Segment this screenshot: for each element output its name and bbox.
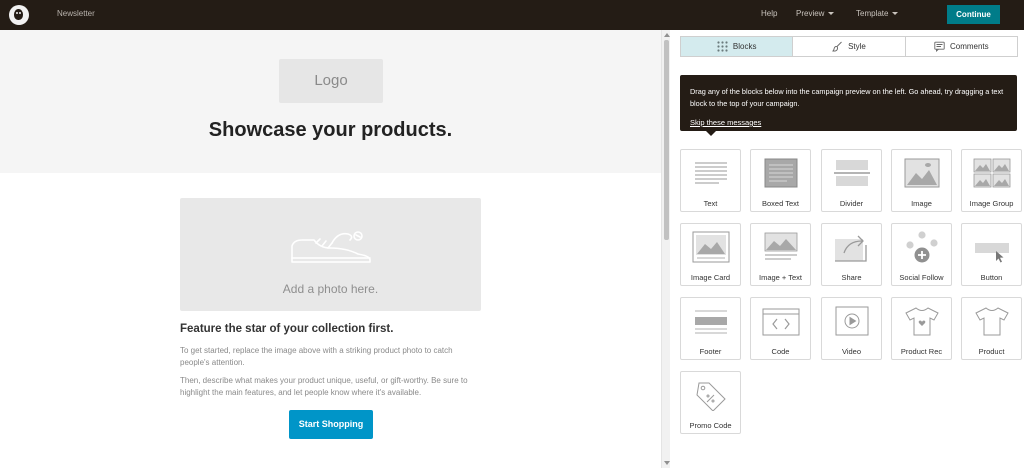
- continue-button[interactable]: Continue: [947, 5, 1000, 24]
- chevron-down-icon: [828, 12, 835, 16]
- preview-scrollbar[interactable]: [661, 30, 670, 468]
- body-paragraph-1[interactable]: To get started, replace the image above …: [180, 345, 480, 369]
- block-product-rec[interactable]: Product Rec: [891, 297, 952, 360]
- image-card-block-icon: [692, 231, 730, 263]
- body-paragraph-2[interactable]: Then, describe what makes your product u…: [180, 375, 480, 399]
- block-label: Video: [841, 347, 862, 356]
- block-social-follow[interactable]: Social Follow: [891, 223, 952, 286]
- template-menu[interactable]: Template: [856, 9, 899, 18]
- block-label: Text: [703, 199, 718, 208]
- block-divider[interactable]: Divider: [821, 149, 882, 212]
- block-label: Social Follow: [899, 273, 944, 282]
- mailchimp-logo-icon[interactable]: [9, 5, 29, 25]
- divider-block-icon: [834, 160, 870, 186]
- block-label: Divider: [839, 199, 864, 208]
- block-boxed-text[interactable]: Boxed Text: [750, 149, 811, 212]
- video-block-icon: [835, 306, 869, 336]
- tab-style[interactable]: Style: [793, 37, 906, 56]
- tab-blocks[interactable]: Blocks: [681, 37, 794, 56]
- onboarding-tooltip: Drag any of the blocks below into the ca…: [680, 75, 1017, 136]
- blocks-panel: Blocks Style Comments Drag any of the bl…: [670, 30, 1024, 468]
- block-label: Promo Code: [689, 421, 732, 430]
- block-footer[interactable]: Footer: [680, 297, 741, 360]
- help-link[interactable]: Help: [761, 9, 777, 18]
- block-button[interactable]: Button: [961, 223, 1022, 286]
- block-product[interactable]: Product: [961, 297, 1022, 360]
- header-section[interactable]: Logo Showcase your products.: [0, 30, 661, 173]
- paintbrush-icon: [832, 41, 842, 52]
- feature-title[interactable]: Feature the star of your collection firs…: [180, 323, 393, 335]
- block-label: Code: [771, 347, 790, 356]
- tab-style-label: Style: [848, 42, 866, 51]
- tab-comments[interactable]: Comments: [906, 37, 1017, 56]
- block-label: Image Group: [969, 199, 1014, 208]
- shoe-icon: [291, 231, 371, 263]
- top-bar: Newsletter Help Preview Template Continu…: [0, 0, 1024, 30]
- button-block-icon: [975, 243, 1009, 263]
- text-block-icon: [695, 162, 727, 184]
- code-block-icon: [762, 308, 800, 336]
- block-share[interactable]: Share: [821, 223, 882, 286]
- grid-icon: [717, 41, 728, 52]
- product-block-icon: [975, 307, 1009, 336]
- boxed-text-block-icon: [764, 158, 798, 188]
- campaign-title: Newsletter: [57, 9, 95, 18]
- social-follow-block-icon: [906, 231, 938, 263]
- block-label: Button: [980, 273, 1003, 282]
- tab-comments-label: Comments: [949, 42, 989, 51]
- block-image[interactable]: Image: [891, 149, 952, 212]
- block-label: Product: [978, 347, 1005, 356]
- photo-placeholder[interactable]: Add a photo here.: [180, 198, 481, 311]
- share-block-icon: [835, 235, 867, 262]
- image-text-block-icon: [764, 232, 798, 260]
- block-image-group[interactable]: Image Group: [961, 149, 1022, 212]
- block-image-card[interactable]: Image Card: [680, 223, 741, 286]
- product-rec-block-icon: [905, 307, 939, 336]
- block-code[interactable]: Code: [750, 297, 811, 360]
- block-video[interactable]: Video: [821, 297, 882, 360]
- block-label: Image + Text: [758, 273, 802, 282]
- skip-messages-link[interactable]: Skip these messages: [690, 118, 761, 127]
- block-image-text[interactable]: Image + Text: [750, 223, 811, 286]
- preview-menu[interactable]: Preview: [796, 9, 835, 18]
- panel-tabs: Blocks Style Comments: [680, 36, 1018, 57]
- photo-caption: Add a photo here.: [282, 282, 379, 296]
- promo-code-block-icon: [696, 382, 726, 411]
- block-label: Image: [911, 199, 932, 208]
- image-block-icon: [904, 158, 940, 188]
- tooltip-text: Drag any of the blocks below into the ca…: [690, 87, 1004, 108]
- page-headline[interactable]: Showcase your products.: [0, 119, 661, 142]
- block-label: Boxed Text: [762, 199, 799, 208]
- comment-icon: [934, 41, 945, 52]
- footer-block-icon: [695, 310, 727, 334]
- logo-placeholder[interactable]: Logo: [279, 59, 383, 103]
- start-shopping-button[interactable]: Start Shopping: [289, 410, 373, 439]
- block-promo-code[interactable]: Promo Code: [680, 371, 741, 434]
- scroll-thumb[interactable]: [664, 40, 669, 240]
- block-label: Product Rec: [900, 347, 943, 356]
- block-text[interactable]: Text: [680, 149, 741, 212]
- block-label: Image Card: [690, 273, 731, 282]
- block-label: Share: [841, 273, 862, 282]
- campaign-preview: Logo Showcase your products. Add a photo…: [0, 30, 661, 468]
- block-label: Footer: [699, 347, 722, 356]
- tooltip-arrow: [706, 131, 716, 136]
- chevron-down-icon: [892, 12, 899, 16]
- tab-blocks-label: Blocks: [732, 42, 757, 51]
- preview-label: Preview: [796, 9, 825, 18]
- image-group-block-icon: [973, 158, 1011, 188]
- template-label: Template: [856, 9, 889, 18]
